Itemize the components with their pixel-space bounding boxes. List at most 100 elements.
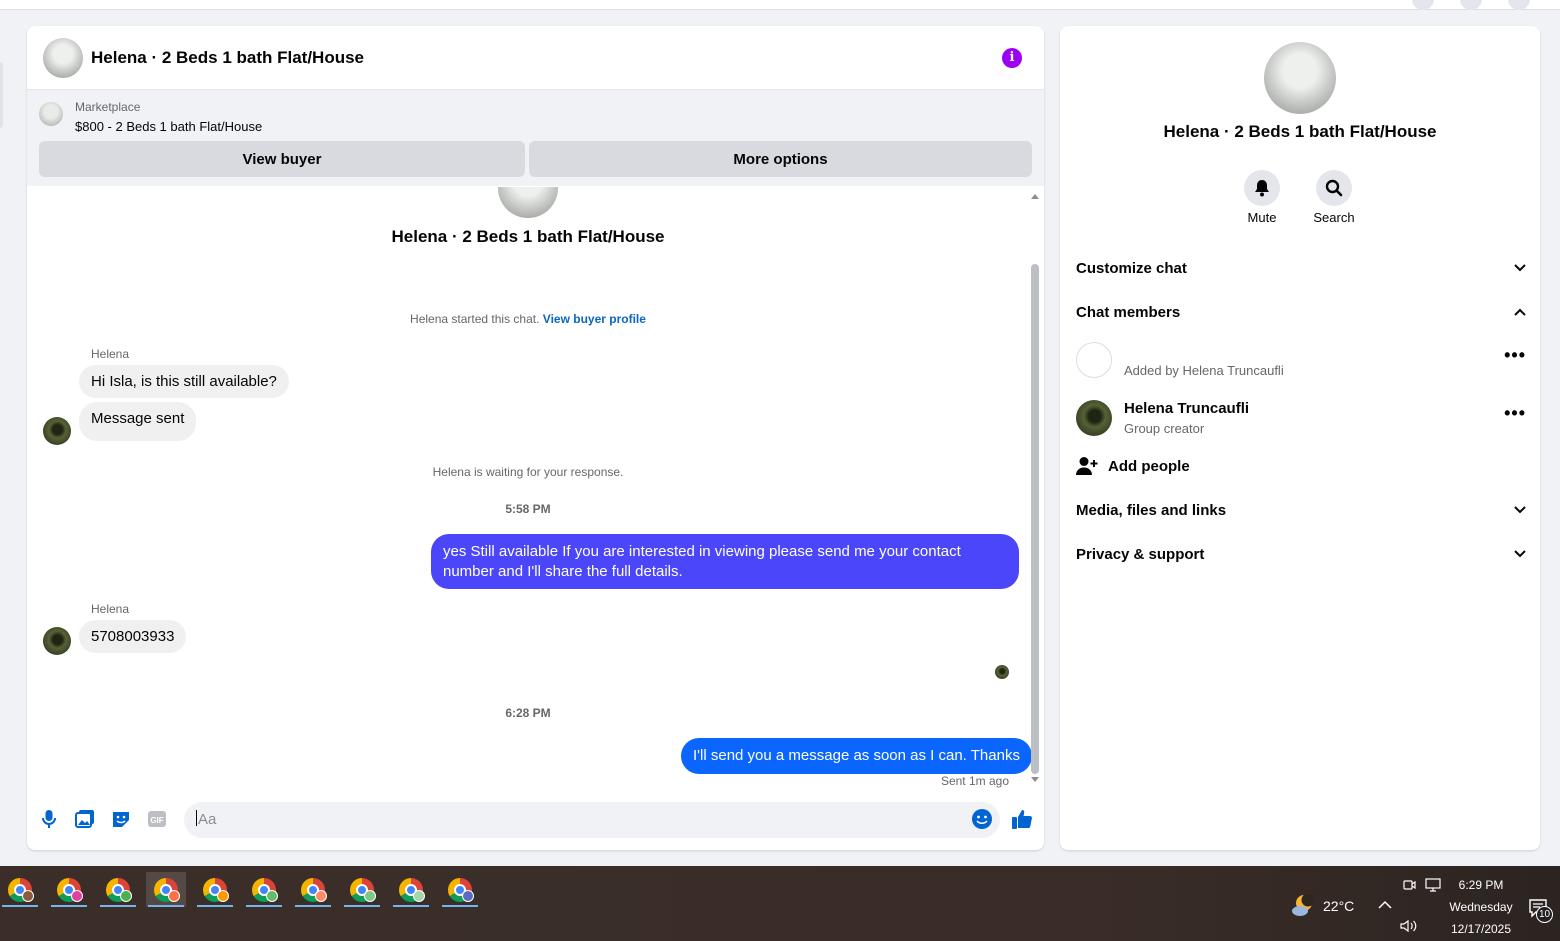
sender-name: Helena	[91, 602, 130, 616]
media-files-links-section[interactable]: Media, files and links	[1076, 498, 1526, 522]
profile-badge-icon	[364, 890, 376, 902]
taskbar-chrome-app[interactable]	[98, 872, 138, 907]
meet-now-icon[interactable]	[1402, 878, 1416, 892]
taskbar-chrome-app[interactable]	[342, 872, 382, 907]
outgoing-message[interactable]: I'll send you a message as soon as I can…	[681, 738, 1032, 774]
taskbar-chrome-app[interactable]	[0, 872, 40, 907]
sent-status: Sent 1m ago	[940, 774, 1009, 788]
chat-header: Helena · 2 Beds 1 bath Flat/House i	[27, 26, 1044, 90]
incoming-message[interactable]: 5708003933	[79, 620, 187, 653]
incoming-message[interactable]: Message sent	[79, 402, 197, 441]
mute-label: Mute	[1247, 210, 1277, 225]
outgoing-message[interactable]: yes Still available If you are intereste…	[431, 534, 1019, 589]
customize-chat-label: Customize chat	[1076, 259, 1187, 277]
weather-temperature[interactable]: 22°C	[1323, 898, 1354, 914]
chat-info-panel: Helena · 2 Beds 1 bath Flat/House Mute S…	[1060, 26, 1540, 850]
timestamp: 5:58 PM	[505, 502, 551, 516]
running-indicator	[393, 905, 429, 907]
profile-badge-icon	[413, 890, 425, 902]
chat-title[interactable]: Helena · 2 Beds 1 bath Flat/House	[91, 48, 364, 68]
like-icon[interactable]	[1011, 808, 1033, 830]
marketplace-banner: Marketplace $800 - 2 Beds 1 bath Flat/Ho…	[27, 90, 1044, 186]
clock-date[interactable]: 12/17/2025	[1446, 922, 1516, 936]
waiting-notice: Helena is waiting for your response.	[432, 465, 624, 479]
search-label: Search	[1313, 210, 1355, 225]
taskbar-chrome-app[interactable]	[391, 872, 431, 907]
more-icon[interactable]: •••	[1504, 346, 1526, 364]
media-files-links-label: Media, files and links	[1076, 501, 1227, 519]
search-icon[interactable]	[1316, 170, 1352, 206]
view-buyer-button[interactable]: View buyer	[39, 141, 525, 177]
profile-circle-icon[interactable]	[1508, 0, 1530, 10]
message-input[interactable]: Aa	[184, 802, 1000, 838]
add-person-icon	[1076, 457, 1098, 475]
search-action[interactable]: Search	[1304, 170, 1364, 225]
chevron-down-icon	[1514, 550, 1526, 558]
conversation-heading: Helena · 2 Beds 1 bath Flat/House	[391, 227, 665, 246]
taskbar-chrome-app[interactable]	[195, 872, 235, 907]
scroll-thumb[interactable]	[1031, 264, 1039, 774]
running-indicator	[344, 905, 380, 907]
member-avatar[interactable]	[1076, 342, 1112, 378]
scroll-up-arrow[interactable]	[1031, 194, 1039, 199]
message-input-placeholder: Aa	[198, 811, 217, 828]
more-icon[interactable]: •••	[1504, 404, 1526, 422]
chat-started-notice: Helena started this chat. View buyer pro…	[27, 312, 1029, 326]
profile-badge-icon	[120, 890, 132, 902]
profile-badge-icon	[217, 890, 229, 902]
chat-panel: Helena · 2 Beds 1 bath Flat/House i Mark…	[27, 26, 1044, 850]
notification-count-badge: 10	[1536, 906, 1554, 923]
taskbar-chrome-app[interactable]	[440, 872, 480, 907]
message-list: Helena · 2 Beds 1 bath Flat/House Helena…	[27, 187, 1032, 793]
more-options-button[interactable]: More options	[529, 141, 1032, 177]
scroll-down-arrow[interactable]	[1031, 777, 1039, 782]
incoming-message[interactable]: Hi Isla, is this still available?	[79, 365, 289, 398]
clock-time[interactable]: 6:29 PM	[1446, 878, 1516, 892]
running-indicator	[197, 905, 233, 907]
microphone-icon[interactable]	[38, 808, 60, 830]
photo-icon[interactable]	[74, 808, 96, 830]
weather-moon-cloud-icon[interactable]	[1291, 894, 1315, 918]
taskbar-chrome-app[interactable]	[244, 872, 284, 907]
chat-members-section[interactable]: Chat members	[1076, 300, 1526, 324]
member-name[interactable]: Helena Truncaufli	[1124, 400, 1249, 417]
volume-icon[interactable]	[1400, 919, 1418, 933]
conversation-avatar[interactable]	[43, 37, 83, 78]
running-indicator	[148, 905, 184, 907]
chevron-up-icon[interactable]	[1378, 900, 1392, 909]
privacy-support-section[interactable]: Privacy & support	[1076, 542, 1526, 566]
mute-action[interactable]: Mute	[1232, 170, 1292, 225]
member-row[interactable]: Added by Helena Truncaufli •••	[1076, 342, 1526, 382]
toolbar-circle-icon[interactable]	[1412, 0, 1434, 10]
network-icon[interactable]	[1425, 878, 1441, 892]
view-buyer-profile-link[interactable]: View buyer profile	[543, 312, 646, 326]
emoji-icon[interactable]	[971, 808, 993, 830]
member-avatar[interactable]	[1076, 400, 1112, 436]
marketplace-label: Marketplace	[75, 100, 141, 114]
member-row[interactable]: Helena Truncaufli Group creator •••	[1076, 400, 1526, 440]
taskbar-chrome-app[interactable]	[49, 872, 89, 907]
clock-day[interactable]: Wednesday	[1446, 900, 1516, 914]
sender-avatar[interactable]	[43, 627, 71, 655]
gif-icon[interactable]: GIF	[146, 808, 168, 830]
taskbar-chrome-app-active[interactable]	[146, 872, 186, 907]
bell-icon[interactable]	[1244, 170, 1280, 206]
notification-center-button[interactable]: 10	[1528, 896, 1556, 924]
toolbar-circle-icon[interactable]	[1460, 0, 1482, 10]
profile-badge-icon	[71, 890, 83, 902]
listing-title[interactable]: $800 - 2 Beds 1 bath Flat/House	[75, 119, 262, 134]
info-icon[interactable]: i	[1002, 48, 1022, 68]
sticker-icon[interactable]	[110, 808, 132, 830]
add-people-button[interactable]: Add people	[1076, 454, 1190, 478]
sender-avatar[interactable]	[43, 417, 71, 445]
listing-thumbnail[interactable]	[39, 102, 63, 126]
running-indicator	[51, 905, 87, 907]
customize-chat-section[interactable]: Customize chat	[1076, 256, 1526, 280]
info-avatar	[1264, 42, 1336, 114]
taskbar-chrome-app[interactable]	[293, 872, 333, 907]
running-indicator	[246, 905, 282, 907]
message-scrollbar[interactable]	[1030, 194, 1040, 782]
left-nav-indicator	[0, 62, 3, 128]
chevron-down-icon	[1514, 264, 1526, 272]
seen-receipt-avatar	[995, 665, 1009, 679]
